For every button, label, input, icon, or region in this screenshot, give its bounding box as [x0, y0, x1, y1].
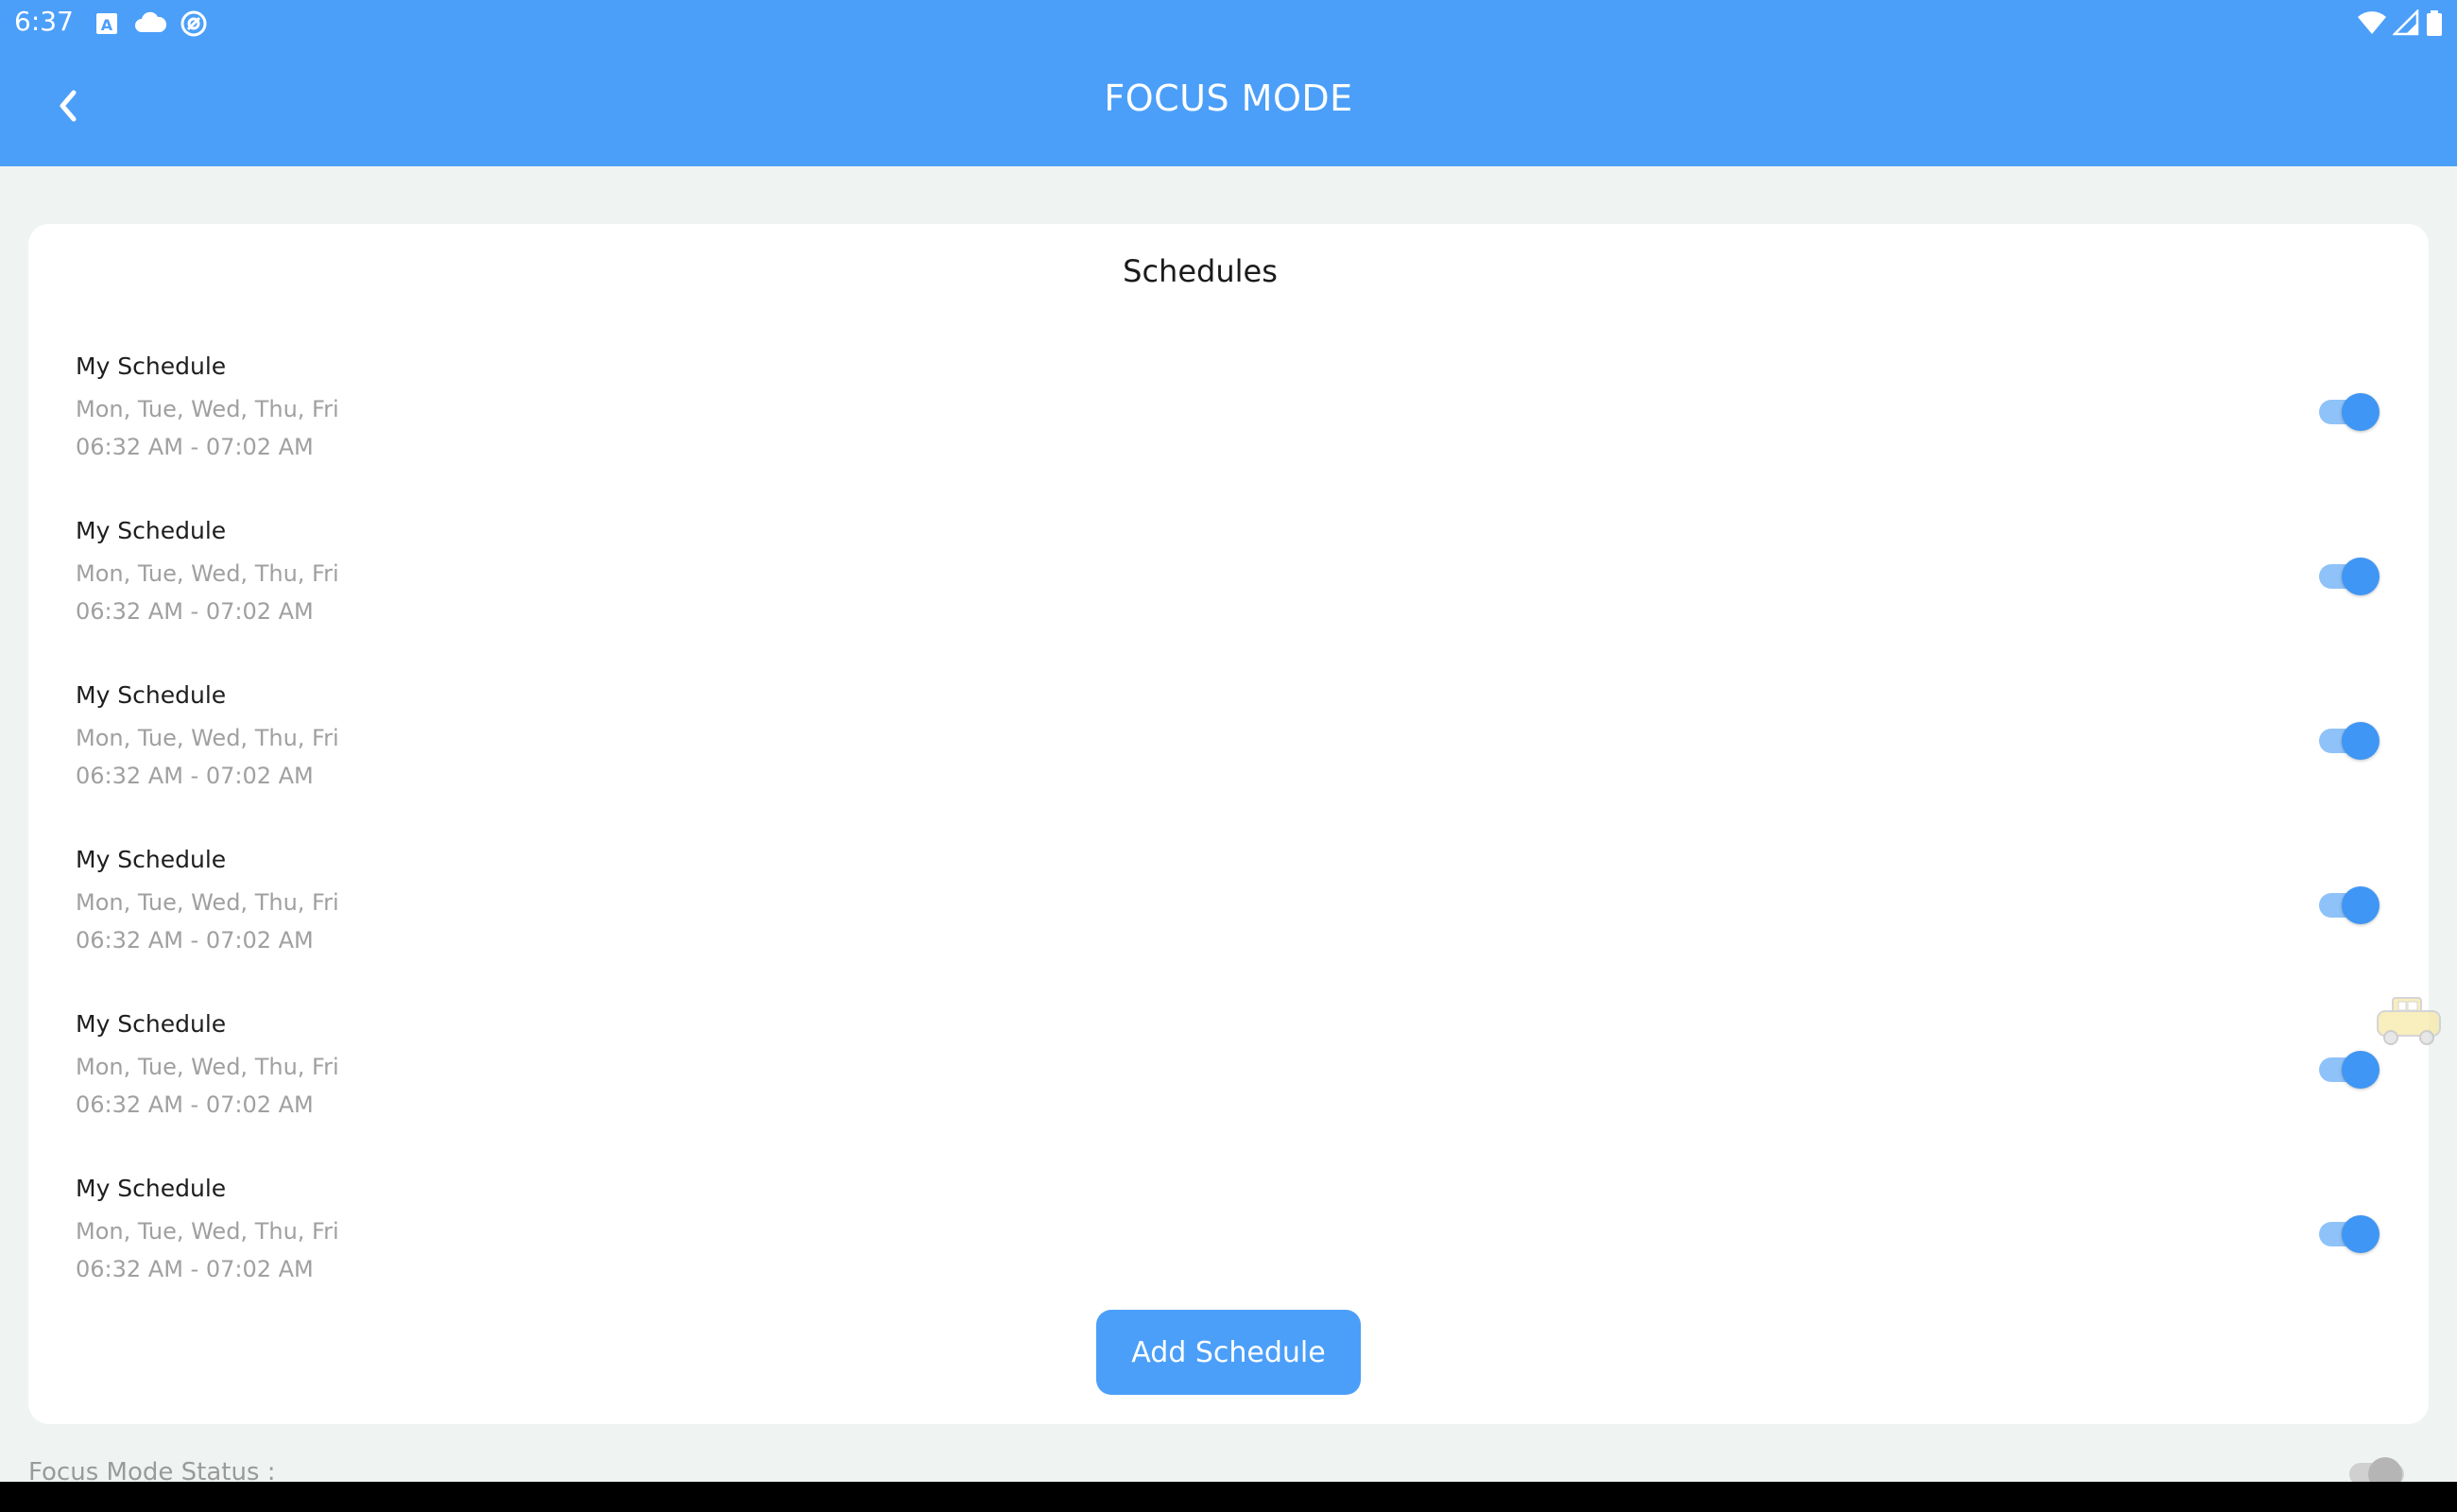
- schedule-toggle[interactable]: [2317, 553, 2380, 600]
- schedule-row[interactable]: My Schedule Mon, Tue, Wed, Thu, Fri 06:3…: [28, 681, 2429, 846]
- a-badge-icon: A: [93, 9, 121, 38]
- status-bar: 6:37 A: [0, 0, 2457, 47]
- schedule-name: My Schedule: [76, 517, 227, 544]
- schedule-row[interactable]: My Schedule Mon, Tue, Wed, Thu, Fri 06:3…: [28, 846, 2429, 1010]
- schedule-days: Mon, Tue, Wed, Thu, Fri: [76, 396, 339, 422]
- status-time: 6:37: [14, 6, 74, 37]
- schedule-name: My Schedule: [76, 681, 227, 709]
- cell-signal-icon: [2391, 8, 2421, 38]
- cloud-icon: [133, 9, 167, 38]
- schedules-title: Schedules: [1123, 253, 1278, 289]
- svg-text:A: A: [101, 16, 113, 34]
- schedule-days: Mon, Tue, Wed, Thu, Fri: [76, 1054, 339, 1080]
- schedule-days: Mon, Tue, Wed, Thu, Fri: [76, 1218, 339, 1245]
- schedule-time: 06:32 AM - 07:02 AM: [76, 434, 314, 460]
- schedule-name: My Schedule: [76, 1010, 227, 1038]
- at-sign-icon: [180, 9, 208, 38]
- battery-icon: [2425, 9, 2444, 38]
- page-title: FOCUS MODE: [1104, 77, 1353, 119]
- schedule-name: My Schedule: [76, 1175, 227, 1202]
- schedule-row[interactable]: My Schedule Mon, Tue, Wed, Thu, Fri 06:3…: [28, 352, 2429, 517]
- schedule-time: 06:32 AM - 07:02 AM: [76, 927, 314, 954]
- schedule-toggle[interactable]: [2317, 388, 2380, 436]
- app-bar: 6:37 A FOCUS MODE: [0, 0, 2457, 166]
- schedule-name: My Schedule: [76, 846, 227, 873]
- schedule-days: Mon, Tue, Wed, Thu, Fri: [76, 725, 339, 751]
- schedule-row[interactable]: My Schedule Mon, Tue, Wed, Thu, Fri 06:3…: [28, 1010, 2429, 1175]
- schedule-toggle[interactable]: [2317, 882, 2380, 929]
- schedule-row[interactable]: My Schedule Mon, Tue, Wed, Thu, Fri 06:3…: [28, 517, 2429, 681]
- wifi-icon: [2357, 9, 2387, 38]
- schedule-time: 06:32 AM - 07:02 AM: [76, 598, 314, 625]
- schedule-name: My Schedule: [76, 352, 227, 380]
- add-schedule-button[interactable]: Add Schedule: [1096, 1310, 1361, 1395]
- schedule-days: Mon, Tue, Wed, Thu, Fri: [76, 560, 339, 587]
- schedule-toggle[interactable]: [2317, 1046, 2380, 1093]
- schedule-time: 06:32 AM - 07:02 AM: [76, 763, 314, 789]
- schedule-time: 06:32 AM - 07:02 AM: [76, 1091, 314, 1118]
- schedule-time: 06:32 AM - 07:02 AM: [76, 1256, 314, 1282]
- schedule-toggle[interactable]: [2317, 717, 2380, 765]
- schedule-days: Mon, Tue, Wed, Thu, Fri: [76, 889, 339, 916]
- schedule-toggle[interactable]: [2317, 1211, 2380, 1258]
- taxi-icon[interactable]: [2372, 992, 2448, 1053]
- system-nav-bar: [0, 1482, 2457, 1512]
